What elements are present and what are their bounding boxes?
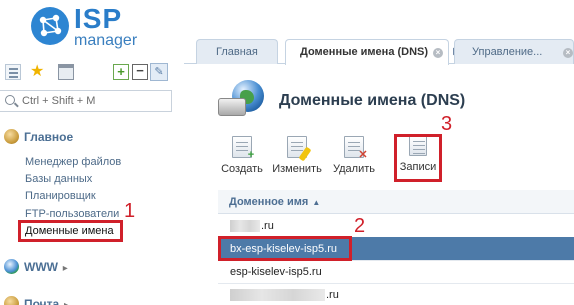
search-input[interactable]	[22, 93, 167, 109]
dns-globe-icon	[218, 78, 266, 122]
edit-button[interactable]: Изменить	[270, 136, 324, 175]
sidebar-item-ftp-users[interactable]: FTP-пользователи	[25, 208, 119, 220]
pin-icon[interactable]: ✎	[150, 63, 168, 81]
sort-asc-icon: ▲	[312, 198, 321, 207]
ispmanager-logo: ISP manager	[30, 4, 170, 52]
search-icon	[5, 95, 15, 105]
domain-suffix: .ru	[261, 220, 274, 232]
globe-icon	[4, 259, 19, 274]
redacted-block	[230, 220, 260, 233]
tab-label: Главная	[216, 46, 258, 58]
nav-group-mail-label[interactable]: Почта ▸	[24, 297, 69, 305]
calendar-icon[interactable]	[58, 64, 74, 80]
tab-label: Доменные имена (DNS)	[300, 46, 429, 58]
domain-name: esp-kiselev-isp5.ru	[230, 266, 322, 278]
sidebar-item-scheduler[interactable]: Планировщик	[25, 190, 96, 202]
tab-label: Управление...	[472, 46, 543, 58]
edit-label: Изменить	[272, 163, 322, 175]
highlight-box-records	[394, 134, 442, 182]
redacted-block	[230, 289, 325, 302]
table-row[interactable]: .ru	[218, 283, 574, 305]
step-number-2: 2	[354, 215, 366, 237]
create-icon: +	[232, 136, 254, 161]
close-icon[interactable]: ×	[433, 48, 443, 58]
delete-icon: ✕	[344, 136, 368, 161]
mail-group-icon	[4, 296, 19, 305]
collapse-all-icon[interactable]: −	[132, 64, 148, 80]
nav-group-title: Почта	[24, 297, 60, 305]
main-group-icon	[4, 129, 19, 144]
expand-all-icon[interactable]: +	[113, 64, 129, 80]
sidebar-item-file-manager[interactable]: Менеджер файлов	[25, 156, 121, 168]
nav-group-title: WWW	[24, 260, 58, 274]
page-title: Доменные имена (DNS)	[279, 92, 466, 109]
step-number-3: 3	[441, 113, 453, 135]
create-label: Создать	[221, 163, 263, 175]
tab-domain-names[interactable]: Доменные имена (DNS) ×	[285, 39, 449, 65]
create-button[interactable]: + Создать	[221, 136, 263, 175]
step-number-1: 1	[124, 200, 136, 222]
nav-group-www-label[interactable]: WWW ▸	[24, 260, 68, 274]
tree-view-icon[interactable]	[5, 64, 21, 80]
tab-management[interactable]: Управление... ×	[454, 39, 574, 64]
nav-group-title[interactable]: Главное	[24, 130, 73, 144]
tab-main[interactable]: Главная	[196, 39, 278, 64]
table-row[interactable]: esp-kiselev-isp5.ru	[218, 260, 574, 284]
sidebar-toolbar: ★ + − ✎	[0, 60, 172, 86]
close-icon[interactable]: ×	[563, 48, 573, 58]
sidebar-item-databases[interactable]: Базы данных	[25, 173, 92, 185]
delete-button[interactable]: ✕ Удалить	[330, 136, 378, 175]
highlight-box-selected-row	[218, 236, 352, 261]
edit-icon	[287, 136, 312, 162]
chevron-right-icon: ▸	[59, 263, 68, 274]
logo-text-isp: ISP	[74, 3, 123, 34]
favorites-star-icon[interactable]: ★	[30, 64, 46, 80]
chevron-right-icon: ▸	[61, 300, 69, 305]
column-header-domain[interactable]: Доменное имя ▲	[218, 190, 574, 214]
menu-search	[0, 90, 172, 112]
tab-bar: Главная Доменные имена (DNS) × ▶ Управле…	[184, 36, 574, 65]
highlight-box-domain-names	[18, 220, 123, 242]
logo-icon	[31, 7, 69, 45]
table-row[interactable]: .ru	[218, 214, 574, 238]
column-header-label: Доменное имя	[229, 196, 309, 208]
delete-label: Удалить	[333, 163, 375, 175]
domain-suffix: .ru	[326, 289, 339, 301]
logo-text-manager: manager	[74, 32, 138, 49]
